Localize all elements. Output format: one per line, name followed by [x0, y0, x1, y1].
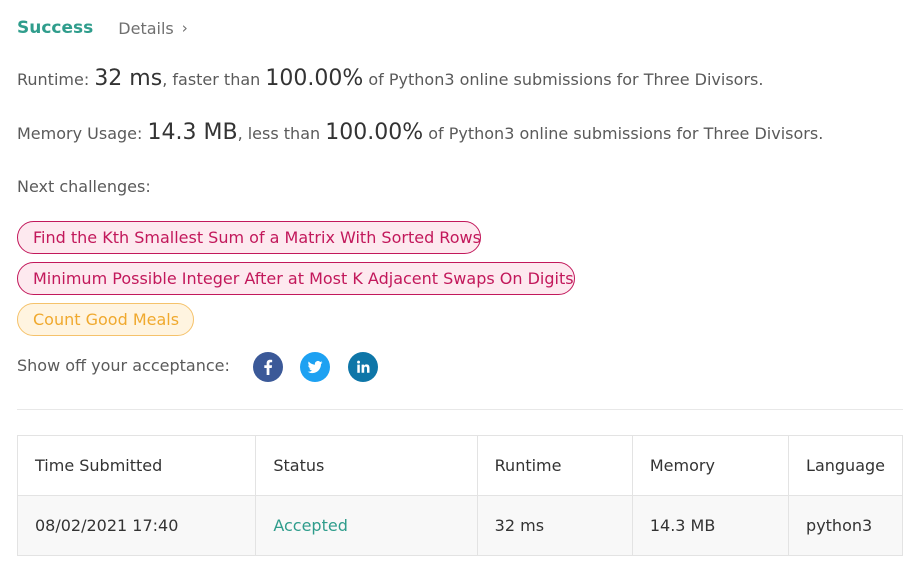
share-label: Show off your acceptance:: [17, 356, 230, 375]
cell-runtime: 32 ms: [476, 495, 633, 556]
challenge-link[interactable]: Find the Kth Smallest Sum of a Matrix Wi…: [17, 221, 481, 254]
table-header-row: Time Submitted Status Runtime Memory Lan…: [16, 435, 903, 496]
runtime-value: 32 ms: [94, 66, 163, 91]
next-challenges-label: Next challenges:: [17, 177, 151, 196]
memory-percent: 100.00%: [325, 120, 424, 145]
tab-details[interactable]: Details ›: [118, 19, 187, 38]
challenge-link[interactable]: Count Good Meals: [17, 303, 194, 336]
challenge-link[interactable]: Minimum Possible Integer After at Most K…: [17, 262, 575, 295]
result-tabs: Success Details ›: [17, 16, 188, 40]
column-header-time-submitted: Time Submitted: [16, 435, 257, 496]
memory-comparison: , less than: [237, 124, 321, 143]
memory-label: Memory Usage:: [17, 124, 143, 143]
runtime-percent: 100.00%: [265, 66, 364, 91]
cell-status-link[interactable]: Accepted: [255, 495, 478, 556]
memory-line: Memory Usage: 14.3 MB, less than 100.00%…: [17, 120, 823, 145]
cell-language: python3: [788, 495, 903, 556]
runtime-label: Runtime:: [17, 70, 90, 89]
runtime-line: Runtime: 32 ms, faster than 100.00% of P…: [17, 66, 763, 91]
submissions-table: Time Submitted Status Runtime Memory Lan…: [16, 435, 903, 556]
runtime-comparison: , faster than: [162, 70, 261, 89]
tab-details-label: Details: [118, 18, 174, 38]
linkedin-icon[interactable]: [348, 352, 378, 382]
runtime-suffix: of Python3 online submissions for Three …: [368, 70, 764, 89]
memory-suffix: of Python3 online submissions for Three …: [428, 124, 824, 143]
twitter-icon[interactable]: [300, 352, 330, 382]
column-header-runtime: Runtime: [476, 435, 633, 496]
facebook-icon[interactable]: [253, 352, 283, 382]
column-header-memory: Memory: [631, 435, 790, 496]
cell-memory: 14.3 MB: [631, 495, 790, 556]
column-header-language: Language: [788, 435, 903, 496]
divider: [17, 409, 903, 410]
cell-time-submitted: 08/02/2021 17:40: [16, 495, 257, 556]
column-header-status: Status: [255, 435, 478, 496]
memory-value: 14.3 MB: [147, 120, 238, 145]
table-row: 08/02/2021 17:40 Accepted 32 ms 14.3 MB …: [16, 495, 903, 556]
tab-success[interactable]: Success: [17, 18, 93, 38]
chevron-right-icon: ›: [181, 19, 188, 37]
